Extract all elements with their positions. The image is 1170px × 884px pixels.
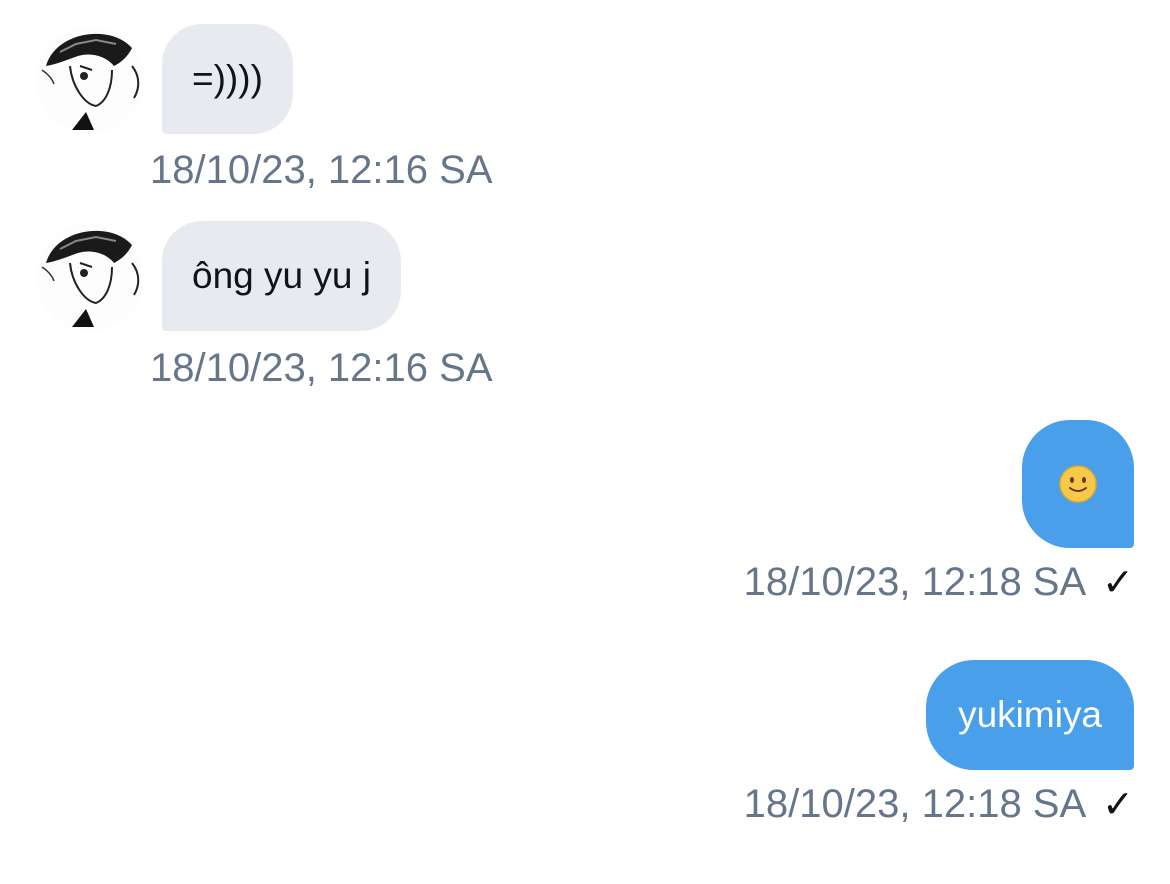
timestamp-text: 18/10/23, 12:18 SA — [743, 560, 1087, 604]
message-timestamp: 18/10/23, 12:18 SA ✓ — [744, 560, 1134, 605]
timestamp-text: 18/10/23, 12:16 SA — [150, 148, 493, 192]
message-bubble-outgoing[interactable] — [1022, 420, 1134, 548]
message-text: =)))) — [192, 58, 263, 99]
timestamp-text: 18/10/23, 12:18 SA — [743, 782, 1087, 826]
avatar-image — [36, 26, 144, 134]
message-thread: =)))) 18/10/23, 12:16 SA ông yu yu j 18/… — [0, 0, 1170, 884]
message-bubble-incoming[interactable]: ông yu yu j — [162, 221, 401, 331]
slightly-smiling-face-emoji — [1059, 465, 1097, 503]
message-timestamp: 18/10/23, 12:18 SA ✓ — [744, 782, 1134, 827]
message-bubble-outgoing[interactable]: yukimiya — [926, 660, 1134, 770]
sender-avatar[interactable] — [36, 223, 144, 331]
avatar-image — [36, 223, 144, 331]
sender-avatar[interactable] — [36, 26, 144, 134]
check-icon: ✓ — [1102, 562, 1134, 604]
message-timestamp: 18/10/23, 12:16 SA — [150, 148, 493, 193]
timestamp-text: 18/10/23, 12:16 SA — [150, 346, 493, 390]
message-bubble-incoming[interactable]: =)))) — [162, 24, 293, 134]
check-icon: ✓ — [1102, 784, 1134, 826]
message-timestamp: 18/10/23, 12:16 SA — [150, 346, 493, 391]
message-text: yukimiya — [958, 694, 1102, 735]
message-text: ông yu yu j — [192, 255, 371, 296]
